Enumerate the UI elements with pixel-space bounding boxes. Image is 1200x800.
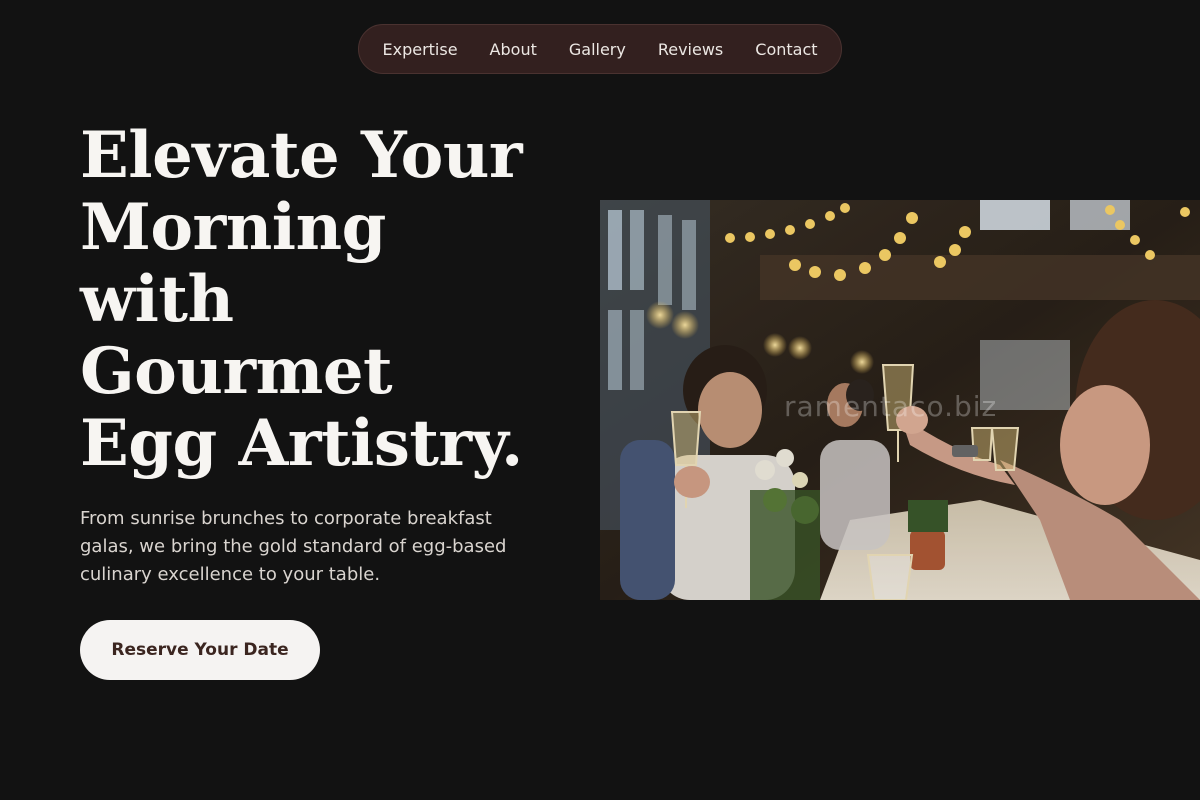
nav-link-gallery[interactable]: Gallery (569, 40, 626, 59)
hero-event-photo: ramentaco.biz (600, 200, 1200, 600)
hero-title: Elevate Your Morning with Gourmet Egg Ar… (80, 118, 523, 481)
nav-link-about[interactable]: About (490, 40, 537, 59)
reserve-date-button[interactable]: Reserve Your Date (80, 620, 320, 680)
nav-link-contact[interactable]: Contact (755, 40, 817, 59)
top-nav: Expertise About Gallery Reviews Contact (358, 24, 842, 74)
image-watermark: ramentaco.biz (784, 390, 998, 423)
hero-subtitle: From sunrise brunches to corporate break… (80, 508, 507, 585)
nav-link-expertise[interactable]: Expertise (382, 40, 457, 59)
page: Expertise About Gallery Reviews Contact … (0, 0, 1200, 800)
nav-link-reviews[interactable]: Reviews (658, 40, 723, 59)
